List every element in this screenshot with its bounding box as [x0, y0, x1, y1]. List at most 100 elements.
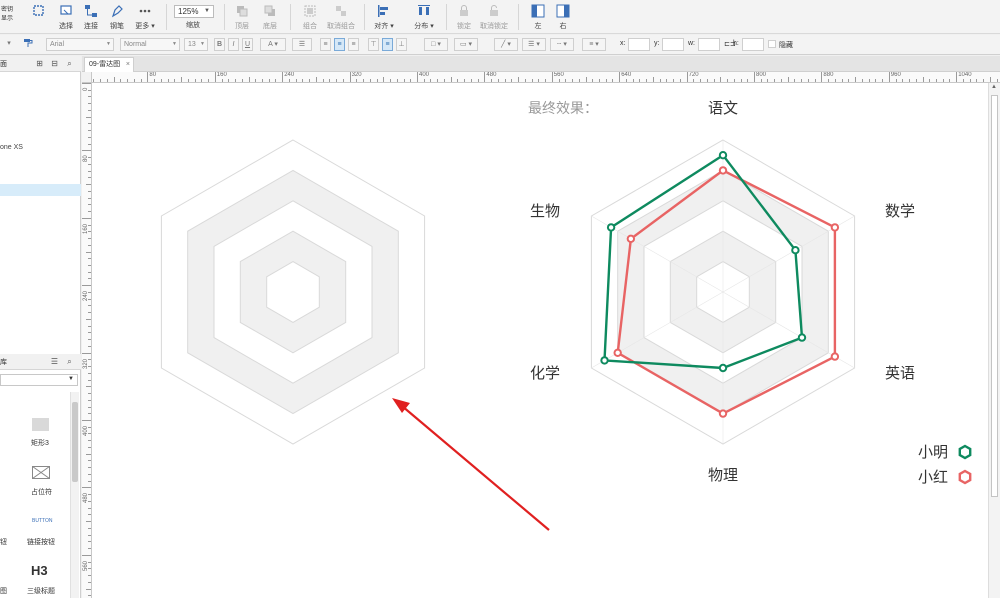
radar-chart-grid[interactable] — [590, 139, 856, 445]
h-input[interactable] — [742, 38, 764, 51]
unlock-label: 取消锁定 — [480, 23, 508, 30]
align-menu[interactable]: 对齐 ▾ — [372, 2, 396, 32]
format-painter-button[interactable] — [22, 38, 33, 51]
add-folder-icon[interactable]: ⊟ — [50, 59, 59, 68]
group-label: 组合 — [303, 23, 317, 30]
hidden-label: 隐藏 — [779, 42, 793, 49]
close-icon[interactable]: × — [126, 58, 130, 71]
scroll-thumb[interactable] — [72, 402, 78, 482]
line-width-button[interactable]: ☰ ▾ — [522, 38, 546, 51]
radar-data-point[interactable] — [830, 223, 840, 232]
placeholder-widget-icon[interactable] — [32, 466, 50, 479]
select-label: 选择 — [59, 23, 73, 30]
right-pane-icon — [556, 4, 570, 18]
line-style-button[interactable]: ┄ ▾ — [550, 38, 574, 51]
unlock-button[interactable]: 取消锁定 — [478, 2, 510, 32]
tab-radar-page[interactable]: 09-雷达图 × — [84, 57, 134, 72]
search-icon[interactable]: ⌕ — [65, 357, 74, 366]
radar-data-point[interactable] — [718, 363, 728, 373]
valign-bottom-button[interactable]: ⊥ — [396, 38, 407, 51]
ruler-tick-label: 960 — [890, 72, 901, 78]
align-left-text-button[interactable]: ≡ — [320, 38, 331, 51]
ruler-tick-label: 720 — [688, 72, 699, 78]
align-left-icon — [378, 5, 388, 17]
fill-color-button[interactable]: □ ▾ — [424, 38, 448, 51]
page-item-selected[interactable] — [0, 184, 81, 196]
library-scrollbar[interactable] — [70, 392, 79, 598]
distribute-menu[interactable]: 分布 ▾ — [412, 2, 436, 32]
select-tool[interactable] — [30, 2, 48, 32]
font-family-value: Arial — [50, 41, 65, 48]
right-pane-toggle[interactable]: 右 — [553, 2, 573, 32]
text-color-button[interactable]: A ▾ — [260, 38, 286, 51]
add-page-icon[interactable]: ⊞ — [35, 59, 44, 68]
valign-middle-icon: ≡ — [385, 41, 390, 48]
valign-middle-button[interactable]: ≡ — [382, 38, 393, 51]
group-button[interactable]: 组合 — [300, 2, 320, 32]
settings-shortcut[interactable]: 密钥 显示 — [0, 2, 14, 32]
left-pane-toggle[interactable]: 左 — [528, 2, 548, 32]
bring-to-front-button[interactable]: 顶层 — [232, 2, 252, 32]
italic-button[interactable]: I — [228, 38, 239, 51]
radar-data-point[interactable] — [718, 166, 728, 175]
pen-icon — [111, 5, 123, 18]
hidden-checkbox[interactable] — [768, 40, 776, 48]
font-family-select[interactable]: Arial ▼ — [46, 38, 114, 51]
toolbar-top-left-label2: 显示 — [0, 16, 13, 22]
h3-widget-icon[interactable]: H3 — [31, 563, 48, 578]
scroll-up-icon[interactable]: ▲ — [991, 84, 997, 90]
library-panel-header: 库 ☰ ⌕ — [0, 354, 81, 370]
w-input[interactable] — [698, 38, 720, 51]
font-size-select[interactable]: 13 ▼ — [184, 38, 208, 51]
page-item[interactable] — [0, 76, 81, 88]
pen-tool[interactable]: 钢笔 — [106, 2, 128, 32]
axure-editor-window: 密钥 显示 选择 连接 钢笔 更多 ▾ 125% ▼ 缩放 顶层 底层 组合 取… — [0, 0, 1000, 598]
radar-data-point[interactable] — [606, 223, 616, 232]
select-mode-button[interactable]: 选择 — [55, 2, 77, 32]
distribute-icon — [418, 5, 430, 15]
tab-label: 09-雷达图 — [89, 61, 121, 68]
arrow-style-button[interactable]: ≡ ▾ — [582, 38, 606, 51]
radar-data-point[interactable] — [613, 348, 622, 357]
menu-icon[interactable]: ☰ — [50, 357, 59, 366]
page-item[interactable]: one XS — [0, 142, 81, 154]
line-color-button[interactable]: ╱ ▾ — [494, 38, 518, 51]
search-icon[interactable]: ⌕ — [65, 59, 74, 68]
italic-icon: I — [232, 41, 235, 48]
y-input[interactable] — [662, 38, 684, 51]
zoom-select[interactable]: 125% ▼ — [174, 5, 214, 18]
radar-data-point[interactable] — [830, 352, 840, 361]
send-to-back-button[interactable]: 底层 — [260, 2, 280, 32]
radar-data-point[interactable] — [797, 333, 807, 342]
scroll-thumb[interactable] — [991, 95, 998, 497]
rectangle-widget-icon[interactable] — [32, 418, 49, 431]
radar-data-point[interactable] — [718, 151, 728, 160]
align-right-text-button[interactable]: ≡ — [348, 38, 359, 51]
link-button-widget-icon[interactable]: BUTTON — [32, 518, 52, 524]
valign-top-button[interactable]: ⊤ — [368, 38, 379, 51]
radar-data-point[interactable] — [600, 356, 609, 365]
canvas-vertical-scrollbar[interactable]: ▲ — [988, 83, 1000, 598]
widget-label: 图 — [0, 588, 7, 595]
bullet-list-button[interactable]: ☰ — [292, 38, 312, 51]
align-center-text-button[interactable]: ≡ — [334, 38, 345, 51]
radar-data-point[interactable] — [626, 234, 636, 244]
y-label: y: — [654, 40, 660, 47]
radar-data-point[interactable] — [791, 246, 800, 255]
chevron-down-icon: ▼ — [200, 41, 205, 47]
radar-data-point[interactable] — [718, 409, 728, 418]
style-dropdown-stub[interactable]: ▾ — [2, 38, 16, 51]
connect-tool[interactable]: 连接 — [80, 2, 102, 32]
ungroup-button[interactable]: 取消组合 — [324, 2, 358, 32]
shadow-button[interactable]: ▭ ▾ — [454, 38, 478, 51]
font-style-select[interactable]: Normal ▼ — [120, 38, 180, 51]
hexagon-rings-draft[interactable] — [160, 139, 426, 445]
more-tools[interactable]: 更多 ▾ — [133, 2, 157, 32]
underline-button[interactable]: U — [242, 38, 253, 51]
design-canvas[interactable]: 最终效果： 语文 数学 英语 物理 化学 生物 小明 小红 — [92, 83, 988, 598]
bold-button[interactable]: B — [214, 38, 225, 51]
ruler-tick-label: 320 — [83, 358, 89, 369]
lock-button[interactable]: 锁定 — [454, 2, 474, 32]
library-select[interactable]: ▼ — [0, 374, 78, 386]
x-input[interactable] — [628, 38, 650, 51]
